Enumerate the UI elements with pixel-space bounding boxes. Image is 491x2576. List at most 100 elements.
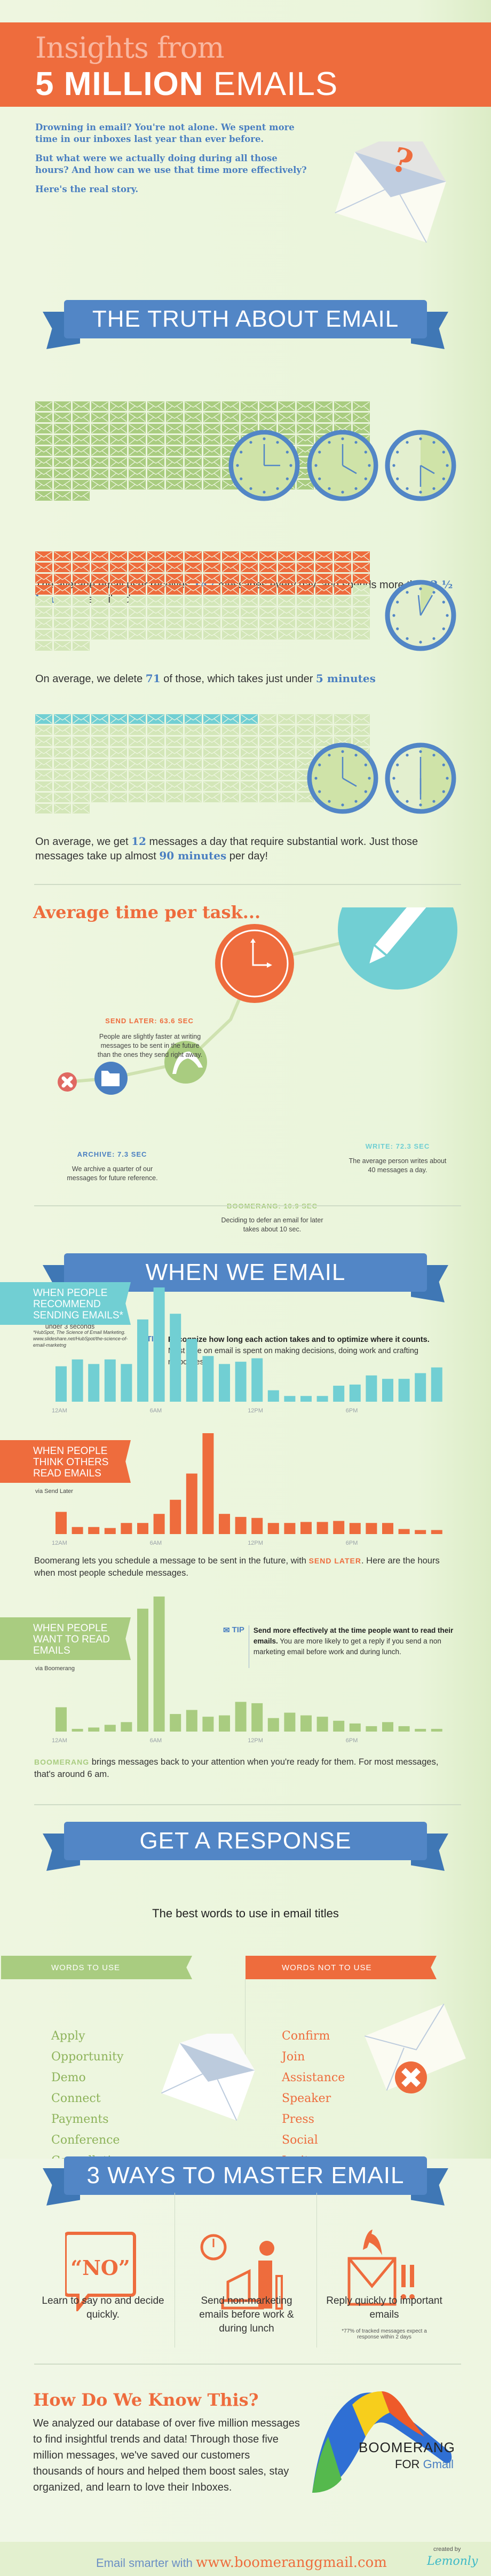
envelope-icon (241, 619, 258, 628)
highlighted-envelope-icon (129, 413, 146, 422)
intro-paragraph: But what were we actually doing during a… (35, 153, 307, 175)
highlighted-envelope-icon (129, 435, 146, 445)
envelope-icon (73, 759, 90, 769)
section-divider (34, 1804, 461, 1805)
bar-3AM (104, 1359, 116, 1402)
highlighted-envelope-icon (110, 714, 127, 724)
hero-title-light: EMAILS (213, 66, 338, 102)
intro-paragraph: Drowning in email? You're not alone. We … (35, 122, 295, 144)
highlighted-envelope-icon (91, 585, 108, 595)
task-send-later-desc: People are slightly faster at writing me… (97, 1033, 203, 1058)
x-tick-label: 6PM (346, 1737, 358, 1744)
envelope-icon (129, 619, 146, 628)
highlighted-envelope-icon (54, 401, 71, 411)
highlighted-envelope-icon (35, 401, 52, 411)
bar-9PM (398, 1726, 410, 1732)
envelope-icon (147, 619, 164, 628)
way-send-timing: Send non-marketing emails before work & … (199, 2295, 294, 2334)
envelope-icon (222, 770, 239, 780)
highlighted-envelope-icon (259, 551, 276, 561)
envelope-icon (315, 619, 332, 628)
highlighted-envelope-icon (166, 714, 183, 724)
way-reply-quickly: Reply quickly to important emails (326, 2295, 442, 2320)
highlighted-envelope-icon (166, 585, 183, 595)
envelope-icon (147, 748, 164, 757)
highlighted-envelope-icon (203, 413, 220, 422)
envelope-icon (315, 630, 332, 639)
chart-think-others-read: 12AM 6AM 12PM 6PM (52, 1433, 442, 1546)
delete-time: 5 minutes (315, 672, 376, 685)
words-not-to-use-list: ConfirmJoinAssistanceSpeakerPressSocialI… (282, 2026, 345, 2171)
envelope-icon (35, 607, 52, 617)
envelope-icon (91, 630, 108, 639)
highlighted-envelope-icon (185, 714, 202, 724)
highlighted-envelope-icon (35, 469, 52, 478)
question-envelope-icon: ? (335, 141, 447, 243)
how-body: We analyzed our database of over five mi… (33, 2417, 300, 2493)
bar-4PM (316, 1717, 328, 1732)
envelope-icon (259, 770, 276, 780)
highlighted-envelope-icon (297, 574, 314, 583)
envelope-icon (259, 596, 276, 606)
x-tick-label: 6PM (346, 1540, 358, 1546)
highlighted-envelope-icon (91, 446, 108, 456)
highlighted-envelope-icon (73, 413, 90, 422)
highlighted-envelope-icon (315, 563, 332, 572)
section-divider (34, 2364, 461, 2365)
bar-6AM (153, 1287, 165, 1402)
bar-11PM (431, 1728, 442, 1732)
banner-title: 3 WAYS TO MASTER EMAIL (64, 2156, 427, 2195)
bar-1PM (267, 1718, 279, 1732)
task-archive-label: ARCHIVE: 7.3 SEC (77, 1150, 147, 1158)
envelope-icon (241, 759, 258, 769)
envelope-icon (241, 737, 258, 746)
work-count: 12 (131, 835, 146, 848)
logo-for-gmail: FOR Gmail (395, 2458, 454, 2471)
envelope-icon (334, 619, 351, 628)
banner-title: THE TRUTH ABOUT EMAIL (64, 300, 427, 338)
clock-icon (385, 430, 456, 501)
word-to-use: Connect (51, 2092, 101, 2105)
envelope-icon (166, 607, 183, 617)
x-tick-label: 6AM (150, 1540, 162, 1546)
bar-3PM (300, 1715, 312, 1732)
envelope-icon (110, 748, 127, 757)
website-link[interactable]: www.boomeranggmail.com (196, 2555, 387, 2571)
highlighted-envelope-icon (353, 551, 370, 561)
envelope-icon (185, 748, 202, 757)
envelope-icon (259, 748, 276, 757)
highlighted-envelope-icon (166, 469, 183, 478)
highlighted-envelope-icon (185, 401, 202, 411)
highlighted-envelope-icon (147, 551, 164, 561)
highlighted-envelope-icon (35, 551, 52, 561)
envelope-icon (278, 596, 295, 606)
highlighted-envelope-icon (315, 551, 332, 561)
highlighted-envelope-icon (222, 714, 239, 724)
highlighted-envelope-icon (54, 585, 71, 595)
highlighted-envelope-icon (129, 457, 146, 467)
bad-envelope-icon (365, 2003, 466, 2093)
envelope-icon (185, 630, 202, 639)
bar-5AM (137, 1523, 148, 1534)
bar-11PM (431, 1530, 442, 1534)
hero-title-bold: 5 MILLION (35, 66, 204, 102)
bar-8AM (186, 1339, 197, 1402)
envelope-icon (222, 725, 239, 735)
bar-4PM (316, 1396, 328, 1402)
section-divider (34, 884, 461, 885)
envelope-icon (297, 596, 314, 606)
envelope-icon (278, 619, 295, 628)
envelope-icon (35, 596, 52, 606)
bar-5AM (137, 1319, 148, 1402)
highlighted-envelope-icon (185, 574, 202, 583)
highlighted-envelope-icon (241, 714, 258, 724)
envelope-icon (278, 725, 295, 735)
x-tick-label: 12AM (52, 1737, 67, 1744)
envelope-icon (185, 770, 202, 780)
highlighted-envelope-icon (241, 563, 258, 572)
envelope-icon (35, 793, 52, 802)
highlighted-envelope-icon (278, 563, 295, 572)
highlighted-envelope-icon (185, 446, 202, 456)
lemonly-logo: Lemonly (427, 2555, 478, 2568)
highlighted-envelope-icon (185, 424, 202, 433)
